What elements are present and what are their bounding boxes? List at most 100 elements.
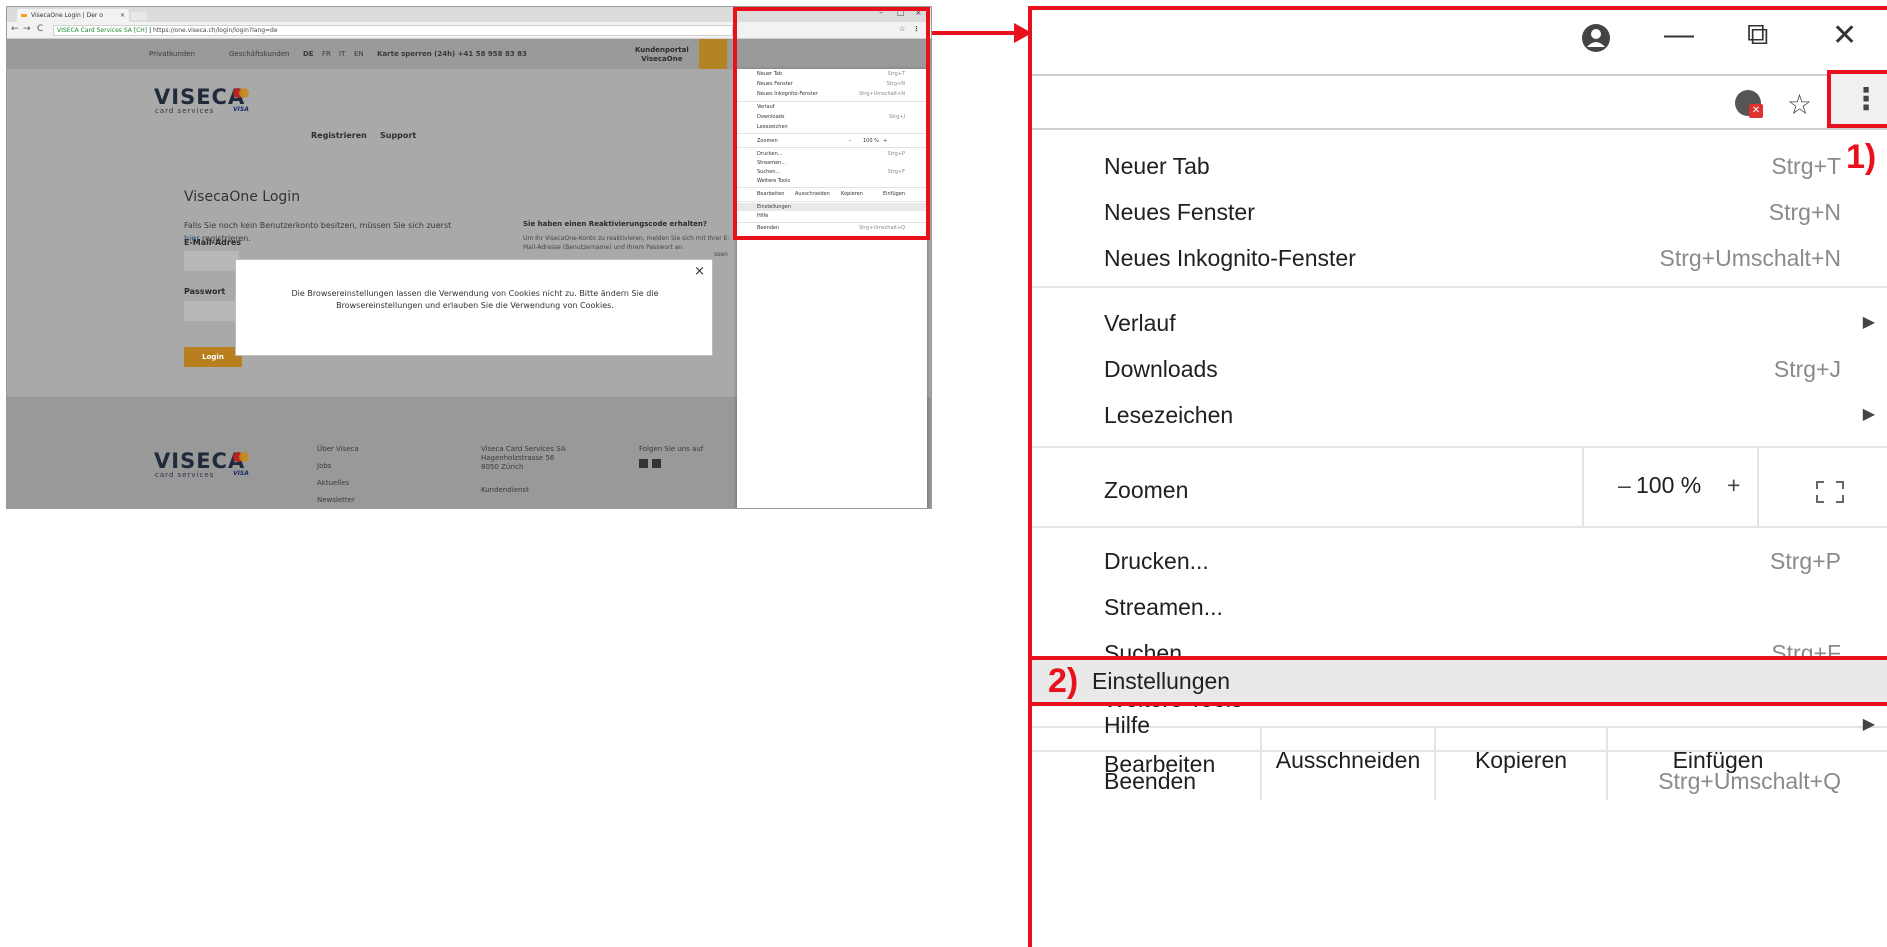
url-separator: |: [149, 27, 152, 34]
menu-button[interactable]: ⋮: [1827, 70, 1887, 128]
email-field[interactable]: [184, 251, 239, 271]
item-shortcut: Strg+T: [1771, 153, 1841, 179]
facebook-icon[interactable]: [639, 459, 648, 468]
item-shortcut: Strg+P: [1770, 548, 1841, 574]
viseca-logo[interactable]: VISECA: [154, 85, 245, 109]
lang-en[interactable]: EN: [354, 50, 364, 58]
login-button[interactable]: Login: [184, 347, 242, 367]
link-private[interactable]: Privatkunden: [149, 50, 195, 58]
item-shortcut: Strg+Umschalt+N: [1659, 245, 1841, 271]
menu-item-print[interactable]: Drucken... Strg+P: [1104, 538, 1887, 584]
title-bar: — ⧉ ✕: [1032, 10, 1887, 70]
forward-icon[interactable]: →: [23, 24, 31, 34]
secure-label: VISECA Card Services SA [CH]: [57, 27, 148, 34]
item-label: Hilfe: [1104, 712, 1151, 738]
follow-label: Folgen Sie uns auf: [639, 445, 704, 453]
nav-support[interactable]: Support: [380, 131, 416, 140]
menu-item-bookmarks[interactable]: Lesezeichen ▶: [1104, 392, 1887, 438]
menu-item-cast[interactable]: Streamen...: [1104, 584, 1887, 630]
reactivation-text: Um Ihr VisecaOne-Konto zu reaktivieren, …: [523, 235, 730, 251]
url-text: https://one.viseca.ch/login/login?lang=d…: [153, 27, 278, 34]
item-label: Streamen...: [1104, 594, 1223, 620]
restore-icon[interactable]: ⧉: [1747, 18, 1768, 52]
close-window-icon[interactable]: ✕: [1832, 18, 1857, 53]
address-line: Viseca Card Services SA: [481, 445, 566, 453]
footer-link-jobs[interactable]: Jobs: [317, 458, 359, 475]
item-shortcut: Strg+Umschalt+Q: [1658, 768, 1841, 794]
zoom-out-button[interactable]: –: [1618, 472, 1631, 499]
reload-icon[interactable]: C: [37, 24, 43, 34]
item-label: Beenden: [1104, 768, 1197, 794]
connector-arrow-line: [932, 31, 1019, 35]
block-card-hotline[interactable]: Karte sperren (24h) +41 58 958 83 83: [377, 50, 527, 58]
menu-item-zoom: Zoomen: [1104, 454, 1887, 526]
menu-item-new-window[interactable]: Neues Fenster Strg+N: [1104, 189, 1887, 235]
menu-item-incognito[interactable]: Neues Inkognito-Fenster Strg+Umschalt+N: [1104, 235, 1887, 281]
footer-mastercard-icon: [233, 452, 249, 462]
cookie-warning-text: Die Browsereinstellungen lassen die Verw…: [291, 289, 659, 310]
chrome-main-menu: Neuer Tab Strg+T Neues Fenster Strg+N Ne…: [1032, 136, 1887, 947]
favicon-icon: [21, 14, 27, 17]
browser-tab[interactable]: VisecaOne Login | Der o ×: [17, 9, 129, 22]
password-field[interactable]: [184, 301, 239, 321]
menu-dots-icon: ⋮: [1851, 83, 1881, 116]
nav-register[interactable]: Registrieren: [311, 131, 367, 140]
item-label: Downloads: [1104, 356, 1218, 382]
item-shortcut: Strg+N: [1768, 199, 1841, 225]
footer-logo-subtitle: card services: [155, 471, 215, 479]
item-label: Drucken...: [1104, 548, 1209, 574]
portal-line-2: VisecaOne: [641, 55, 683, 63]
cookie-warning-dialog: × Die Browsereinstellungen lassen die Ve…: [235, 259, 713, 356]
browser-screenshot-thumbnail: VisecaOne Login | Der o × – □ × ← → C VI…: [6, 6, 932, 509]
back-icon[interactable]: ←: [11, 24, 19, 34]
reactivation-title: Sie haben einen Reaktivierungscode erhal…: [523, 220, 707, 228]
menu-item-new-tab[interactable]: Neuer Tab Strg+T: [1104, 143, 1887, 189]
minimize-icon[interactable]: —: [1664, 18, 1694, 52]
lang-fr[interactable]: FR: [322, 50, 331, 58]
customer-portal-link[interactable]: Kundenportal VisecaOne: [635, 46, 689, 64]
logo-subtitle: card services: [155, 107, 215, 115]
footer-link-about[interactable]: Über Viseca: [317, 441, 359, 458]
login-title: VisecaOne Login: [184, 189, 301, 205]
visa-logo: VISA: [233, 106, 249, 113]
zoomed-chrome-menu-panel: — ⧉ ✕ ☆ ⋮ Neuer Tab Strg+T Neues Fenster…: [1028, 6, 1887, 947]
footer-link-newsletter[interactable]: Newsletter: [317, 492, 359, 508]
item-shortcut: Strg+J: [1773, 356, 1841, 382]
address-line: Hagenholzstrasse 56: [481, 454, 555, 462]
star-icon[interactable]: ☆: [1787, 88, 1812, 121]
footer-logo: VISECA: [154, 449, 246, 473]
footer-links: Über Viseca Jobs Aktuelles Newsletter: [317, 441, 359, 508]
mastercard-icon: [233, 88, 249, 98]
submenu-arrow-icon: ▶: [1862, 314, 1875, 331]
menu-item-settings[interactable]: Einstellungen: [1092, 658, 1887, 704]
portal-line-1: Kundenportal: [635, 46, 689, 54]
footer-address: Viseca Card Services SA Hagenholzstrasse…: [481, 445, 566, 495]
profile-icon[interactable]: [1581, 23, 1611, 53]
link-business[interactable]: Geschäftskunden: [229, 50, 290, 58]
menu-item-history[interactable]: Verlauf ▶: [1104, 300, 1887, 346]
lang-it[interactable]: IT: [339, 50, 345, 58]
dialog-close-icon[interactable]: ×: [694, 264, 705, 279]
callout-step-2: 2): [1048, 662, 1079, 700]
zoom-divider: [1757, 446, 1759, 526]
cookie-blocked-icon[interactable]: [1733, 88, 1765, 120]
menu-item-exit[interactable]: Beenden Strg+Umschalt+Q: [1104, 758, 1887, 804]
fullscreen-icon[interactable]: [1816, 481, 1844, 503]
menu-item-help[interactable]: Hilfe ▶: [1104, 702, 1887, 748]
footer-visa-logo: VISA: [233, 470, 249, 477]
tab-close-icon[interactable]: ×: [120, 9, 125, 22]
menu-item-downloads[interactable]: Downloads Strg+J: [1104, 346, 1887, 392]
footer-link-news[interactable]: Aktuelles: [317, 475, 359, 492]
twitter-icon[interactable]: [652, 459, 661, 468]
url-input[interactable]: VISECA Card Services SA [CH] | https://o…: [53, 25, 733, 36]
zoom-in-button[interactable]: +: [1727, 472, 1740, 499]
item-label: Neues Inkognito-Fenster: [1104, 245, 1356, 271]
highlight-frame-small: [733, 7, 930, 240]
new-tab-button[interactable]: [131, 12, 147, 20]
menu-separator: [1032, 750, 1887, 752]
zoom-value: 100 %: [1636, 472, 1702, 498]
menu-separator: [1032, 286, 1887, 288]
password-label: Passwort: [184, 287, 226, 296]
lang-de[interactable]: DE: [303, 50, 314, 58]
portal-accent: [699, 39, 727, 69]
